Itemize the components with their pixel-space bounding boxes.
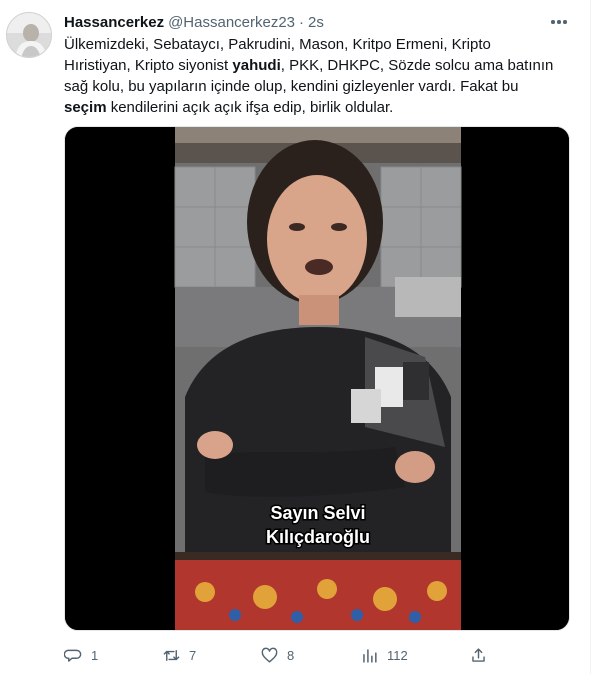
views-count: 112 [387, 647, 408, 663]
caption-line-2: Kılıçdaroğlu [266, 527, 370, 547]
like-button[interactable]: 8 [260, 644, 294, 666]
bold-keyword: yahudi [232, 57, 281, 74]
avatar-image [7, 13, 51, 57]
video-frame: Sayın Selvi Kılıçdaroğlu [65, 127, 569, 630]
action-bar: 1 7 8 112 [64, 644, 574, 666]
share-button[interactable] [469, 644, 488, 666]
retweet-count: 7 [189, 647, 197, 663]
tweet-text-line: Ülkemizdeki, Sebataycı, Pakrudini, Mason… [64, 34, 574, 55]
text-segment: sağ kolu, bu yapıların içinde olup, kend… [64, 78, 519, 95]
tweet-header: Hassancerkez @Hassancerkez23 · 2s [64, 12, 324, 32]
like-count: 8 [287, 647, 295, 663]
tweet-text: Ülkemizdeki, Sebataycı, Pakrudini, Mason… [64, 34, 574, 118]
tweet-card[interactable]: Hassancerkez @Hassancerkez23 · 2s Ülkemi… [0, 0, 591, 674]
reply-icon [64, 649, 82, 662]
author-name[interactable]: Hassancerkez [64, 14, 164, 31]
bold-keyword: seçim [64, 99, 107, 116]
text-segment: Ülkemizdeki, Sebataycı, Pakrudini, Mason… [64, 36, 491, 53]
tweet-text-line: Hıristiyan, Kripto siyonist yahudi, PKK,… [64, 55, 574, 76]
text-segment: kendilerini açık açık ifşa edip, birlik … [106, 99, 394, 116]
like-icon [261, 647, 278, 663]
share-icon [472, 647, 485, 662]
reply-count: 1 [91, 647, 99, 663]
reply-button[interactable]: 1 [64, 644, 98, 666]
text-segment: , PKK, DHKPC, Sözde solcu ama batının [280, 57, 554, 74]
text-segment: Hıristiyan, Kripto siyonist [64, 57, 233, 74]
tweet-text-line: seçim kendilerini açık açık ifşa edip, b… [64, 97, 574, 118]
video-player[interactable]: Sayın Selvi Kılıçdaroğlu [64, 126, 570, 631]
author-handle[interactable]: @Hassancerkez23 [168, 14, 295, 31]
caption-line-1: Sayın Selvi [270, 503, 365, 523]
timestamp[interactable]: 2s [308, 14, 324, 31]
retweet-button[interactable]: 7 [162, 644, 196, 666]
views-button[interactable]: 112 [360, 644, 408, 666]
views-icon [363, 648, 377, 663]
tweet-text-line: sağ kolu, bu yapıların içinde olup, kend… [64, 76, 574, 97]
avatar[interactable] [6, 12, 52, 58]
retweet-icon [163, 649, 180, 661]
more-icon[interactable] [548, 12, 570, 32]
separator-dot: · [299, 13, 305, 31]
video-content: Sayın Selvi Kılıçdaroğlu [174, 127, 462, 630]
